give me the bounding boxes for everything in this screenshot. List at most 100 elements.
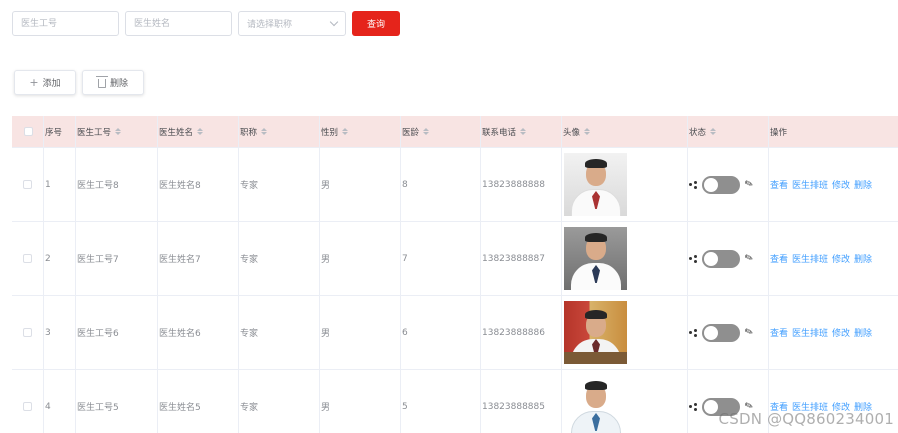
cell-status: ✎: [688, 148, 769, 221]
header-doctor-no[interactable]: 医生工号: [76, 116, 158, 147]
status-switch[interactable]: [702, 323, 740, 342]
sort-icon[interactable]: [197, 128, 204, 135]
cell-avatar: [562, 370, 688, 433]
table-row: 2 医生工号7 医生姓名7 专家 男 7 13823888887 ✎ 查看 医生…: [12, 222, 898, 296]
cell-avatar: [562, 148, 688, 221]
sort-icon[interactable]: [261, 128, 268, 135]
cell-phone: 13823888886: [481, 296, 562, 369]
cell-sex: 男: [320, 296, 401, 369]
header-sex[interactable]: 性别: [320, 116, 401, 147]
doctor-name-input[interactable]: [125, 11, 232, 36]
edit-icon[interactable]: ✎: [743, 252, 755, 265]
sort-icon[interactable]: [342, 128, 349, 135]
search-bar: 请选择职称 查询: [12, 11, 400, 36]
query-button[interactable]: 查询: [352, 11, 400, 36]
header-age[interactable]: 医龄: [401, 116, 481, 147]
avatar[interactable]: [564, 227, 627, 290]
cell-phone: 13823888885: [481, 370, 562, 433]
cell-status: ✎: [688, 296, 769, 369]
row-checkbox-cell: [12, 370, 44, 433]
add-button-label: 添加: [42, 79, 61, 89]
header-doctor-no-label: 医生工号: [77, 127, 112, 138]
add-button[interactable]: + 添加: [14, 70, 76, 95]
edit-link[interactable]: 修改: [832, 178, 850, 191]
row-checkbox[interactable]: [23, 254, 32, 263]
share-icon[interactable]: [689, 254, 697, 263]
row-checkbox[interactable]: [23, 328, 32, 337]
delete-link[interactable]: 删除: [854, 178, 872, 191]
row-checkbox-cell: [12, 296, 44, 369]
table-row: 3 医生工号6 医生姓名6 专家 男 6 13823888886 ✎ 查看 医生…: [12, 296, 898, 370]
header-avatar[interactable]: 头像: [562, 116, 688, 147]
avatar[interactable]: [564, 375, 627, 433]
row-checkbox[interactable]: [23, 402, 32, 411]
schedule-link[interactable]: 医生排班: [792, 252, 828, 265]
cell-age: 8: [401, 148, 481, 221]
header-phone[interactable]: 联系电话: [481, 116, 562, 147]
header-age-label: 医龄: [402, 127, 420, 138]
cell-title: 专家: [239, 148, 320, 221]
sort-icon[interactable]: [423, 128, 430, 135]
delete-link[interactable]: 删除: [854, 326, 872, 339]
view-link[interactable]: 查看: [770, 178, 788, 191]
cell-avatar: [562, 296, 688, 369]
sort-icon[interactable]: [115, 128, 122, 135]
edit-link[interactable]: 修改: [832, 326, 850, 339]
header-index-label: 序号: [45, 127, 63, 138]
title-select-placeholder: 请选择职称: [247, 20, 293, 30]
cell-doctor-name: 医生姓名7: [158, 222, 239, 295]
header-select-all-cell: [12, 116, 44, 147]
header-doctor-name[interactable]: 医生姓名: [158, 116, 239, 147]
view-link[interactable]: 查看: [770, 326, 788, 339]
share-icon[interactable]: [689, 180, 697, 189]
row-checkbox[interactable]: [23, 180, 32, 189]
trash-icon: [95, 76, 108, 88]
row-checkbox-cell: [12, 148, 44, 221]
header-ops-label: 操作: [770, 127, 788, 138]
header-status-label: 状态: [689, 127, 707, 138]
share-icon[interactable]: [689, 328, 697, 337]
view-link[interactable]: 查看: [770, 252, 788, 265]
edit-icon[interactable]: ✎: [743, 326, 755, 339]
avatar[interactable]: [564, 301, 627, 364]
sort-icon[interactable]: [520, 128, 527, 135]
table-header: 序号 医生工号 医生姓名 职称 性别 医龄 联系电话 头像 状态 操作: [12, 116, 898, 148]
edit-link[interactable]: 修改: [832, 252, 850, 265]
cell-title: 专家: [239, 222, 320, 295]
sort-icon[interactable]: [710, 128, 717, 135]
status-switch[interactable]: [702, 175, 740, 194]
title-select[interactable]: 请选择职称: [238, 11, 346, 36]
sort-icon[interactable]: [584, 128, 591, 135]
row-checkbox-cell: [12, 222, 44, 295]
header-avatar-label: 头像: [563, 127, 581, 138]
status-switch[interactable]: [702, 249, 740, 268]
cell-sex: 男: [320, 222, 401, 295]
cell-doctor-no: 医生工号8: [76, 148, 158, 221]
share-icon[interactable]: [689, 402, 697, 411]
cell-age: 5: [401, 370, 481, 433]
cell-ops: 查看 医生排班 修改 删除: [769, 222, 898, 295]
schedule-link[interactable]: 医生排班: [792, 178, 828, 191]
doctor-no-input[interactable]: [12, 11, 119, 36]
delete-button[interactable]: 删除: [82, 70, 144, 95]
table-row: 1 医生工号8 医生姓名8 专家 男 8 13823888888 ✎ 查看 医生…: [12, 148, 898, 222]
header-index: 序号: [44, 116, 76, 147]
watermark: CSDN @QQ860234001: [718, 410, 894, 428]
header-title[interactable]: 职称: [239, 116, 320, 147]
edit-icon[interactable]: ✎: [743, 178, 755, 191]
schedule-link[interactable]: 医生排班: [792, 326, 828, 339]
cell-sex: 男: [320, 370, 401, 433]
cell-index: 2: [44, 222, 76, 295]
cell-ops: 查看 医生排班 修改 删除: [769, 148, 898, 221]
chevron-down-icon: [329, 17, 339, 27]
avatar[interactable]: [564, 153, 627, 216]
cell-phone: 13823888887: [481, 222, 562, 295]
cell-index: 3: [44, 296, 76, 369]
delete-link[interactable]: 删除: [854, 252, 872, 265]
select-all-checkbox[interactable]: [23, 127, 33, 136]
cell-index: 1: [44, 148, 76, 221]
header-status[interactable]: 状态: [688, 116, 769, 147]
cell-doctor-name: 医生姓名8: [158, 148, 239, 221]
cell-index: 4: [44, 370, 76, 433]
cell-sex: 男: [320, 148, 401, 221]
